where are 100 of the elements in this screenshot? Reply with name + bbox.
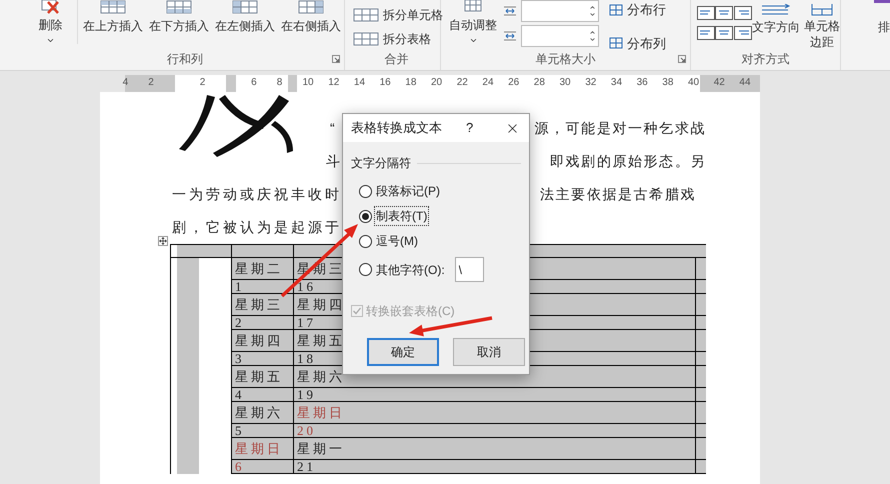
table-cell	[696, 258, 706, 279]
align-icon[interactable]	[697, 26, 715, 40]
table-cell	[696, 245, 706, 257]
body-text: 剧，它被认为是起源于	[172, 218, 342, 237]
ruler-number: 2	[200, 76, 206, 90]
table-cell: 19	[294, 388, 696, 401]
table-cell: 星期三	[232, 294, 294, 315]
caret-icon	[468, 36, 478, 45]
dialog-launcher-icon[interactable]	[332, 55, 340, 63]
row-height-icon	[503, 5, 517, 17]
ruler-column-marker[interactable]	[226, 75, 236, 92]
table-cell: 星期一	[294, 438, 696, 459]
radio-label[interactable]: 其他字符(O):	[375, 260, 446, 278]
table-cell: 5	[232, 424, 294, 437]
table-cell	[696, 366, 706, 387]
body-text: 法主要依据是古希腊戏	[540, 185, 696, 204]
table-cell	[696, 280, 706, 293]
table-cell: 星期日	[232, 438, 294, 459]
table-cell	[696, 294, 706, 315]
table-cell: 星期日	[294, 402, 696, 423]
ruler-number: 22	[456, 76, 468, 90]
radio-button[interactable]	[359, 263, 372, 276]
align-icon[interactable]	[734, 26, 752, 40]
ruler-number: 26	[508, 76, 520, 90]
table-cell	[696, 402, 706, 423]
sort-button[interactable]: 排	[874, 0, 890, 36]
ruler-number: 18	[405, 76, 416, 90]
ruler-number: 30	[560, 76, 571, 90]
ruler-number: 38	[662, 76, 674, 90]
caret-icon	[46, 36, 56, 45]
radio-label[interactable]: 制表符(T)	[375, 207, 428, 225]
help-button[interactable]: ?	[466, 118, 474, 138]
ruler-number: 44	[739, 76, 751, 90]
align-icon[interactable]	[734, 6, 752, 20]
align-icon[interactable]	[697, 6, 715, 20]
ruler-margin	[700, 75, 760, 92]
radio-label[interactable]: 逗号(M)	[375, 232, 419, 250]
ruler-number: 4	[122, 76, 128, 90]
table-cell	[696, 352, 706, 365]
table-cell: 2	[232, 316, 294, 329]
split-cells-icon	[353, 8, 379, 22]
body-text: 源，可能是对一种乞求战	[534, 119, 706, 138]
distribute-button[interactable]: 分布列	[609, 34, 666, 53]
table-cell: 21	[294, 460, 696, 473]
ruler-column-marker[interactable]	[288, 75, 297, 92]
group-label: 行和列	[167, 51, 203, 68]
table-cell	[696, 316, 706, 329]
table-cell	[696, 460, 706, 473]
ruler-number: 14	[354, 76, 366, 90]
distribute-button[interactable]: 分布行	[609, 0, 666, 20]
body-text: 即戏剧的原始形态。另	[550, 152, 706, 171]
radio-button[interactable]	[359, 234, 372, 248]
ruler-number: 24	[482, 76, 494, 90]
cell-margins-icon	[811, 4, 833, 16]
ruler-number: 2	[148, 76, 154, 90]
ruler-number: 28	[534, 76, 545, 90]
separator-input[interactable]: \	[454, 257, 484, 282]
align-icon[interactable]	[715, 6, 734, 20]
group-label: 对齐方式	[742, 51, 790, 68]
ruler-number: 20	[431, 76, 442, 90]
ruler-number: 34	[610, 76, 622, 90]
table-cell	[696, 424, 706, 437]
insert-button[interactable]: 在左侧插入	[212, 0, 278, 35]
autofit-button[interactable]: 自动调整	[449, 0, 497, 45]
table-cell: 3	[232, 352, 294, 365]
table-move-handle-icon[interactable]	[158, 236, 168, 246]
text-direction-button[interactable]: 文字方向	[752, 4, 800, 36]
ruler-number: 40	[688, 76, 700, 90]
group-heading: 文字分隔符	[351, 155, 411, 172]
body-text: 斗	[326, 152, 343, 171]
dialog-launcher-icon[interactable]	[678, 55, 686, 63]
insert-button[interactable]: 在上方插入	[80, 0, 146, 35]
table-cell: 星期二	[232, 258, 294, 279]
table-cell: 6	[232, 460, 294, 473]
body-text: “	[330, 119, 338, 138]
distribute-icon	[609, 37, 623, 50]
dialog-button[interactable]: 确定	[367, 338, 439, 366]
ruler-number: 32	[585, 76, 596, 90]
ruler-number: 42	[714, 76, 725, 90]
table-cell: 20	[294, 424, 696, 437]
group-label: 单元格大小	[536, 51, 596, 68]
radio-label[interactable]: 段落标记(P)	[375, 182, 441, 200]
align-icon[interactable]	[715, 26, 734, 40]
ruler-number: 6	[251, 76, 257, 90]
dialog-title: 表格转换成文本	[351, 119, 442, 138]
body-text: 一为劳动或庆祝丰收时	[172, 185, 342, 204]
insert-button[interactable]: 在右侧插入	[278, 0, 344, 35]
dialog-button[interactable]: 取消	[453, 338, 525, 366]
insert-button[interactable]: 在下方插入	[146, 0, 212, 35]
split-button[interactable]: 拆分表格	[353, 30, 440, 48]
delete-button[interactable]: 删除	[26, 0, 76, 45]
radio-button[interactable]	[359, 184, 372, 198]
table-cell	[696, 388, 706, 401]
radio-button[interactable]	[359, 210, 372, 222]
table-cell: 1	[232, 280, 294, 293]
table-cell: 星期六	[232, 402, 294, 423]
cell-margins-button[interactable]: 单元格边距	[804, 4, 840, 50]
split-button[interactable]: 拆分单元格	[353, 6, 440, 24]
text-direction-icon	[761, 4, 791, 16]
split-cells-icon	[353, 32, 379, 46]
